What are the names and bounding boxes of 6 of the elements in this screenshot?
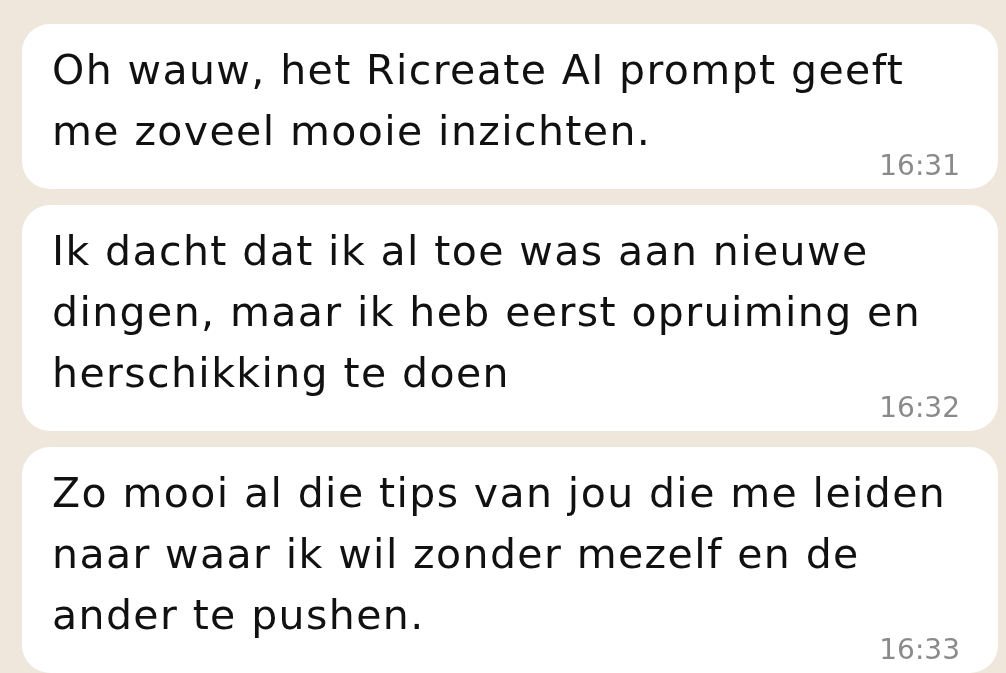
message-time: 16:31 [879,155,960,177]
message-time: 16:33 [879,639,960,661]
message-text: Oh wauw, het Ricreate AI prompt geeft me zoveel mooie inzichten. [52,46,905,155]
message-time: 16:32 [879,397,960,419]
message-text: Zo mooi al die tips van jou die me leiden naar waar ik wil zonder mezelf en de ander te pushen. [52,469,947,639]
message-text: Ik dacht dat ik al toe was aan nieuwe dingen, maar ik heb eerst opruiming en herschikking te doen [52,227,922,397]
